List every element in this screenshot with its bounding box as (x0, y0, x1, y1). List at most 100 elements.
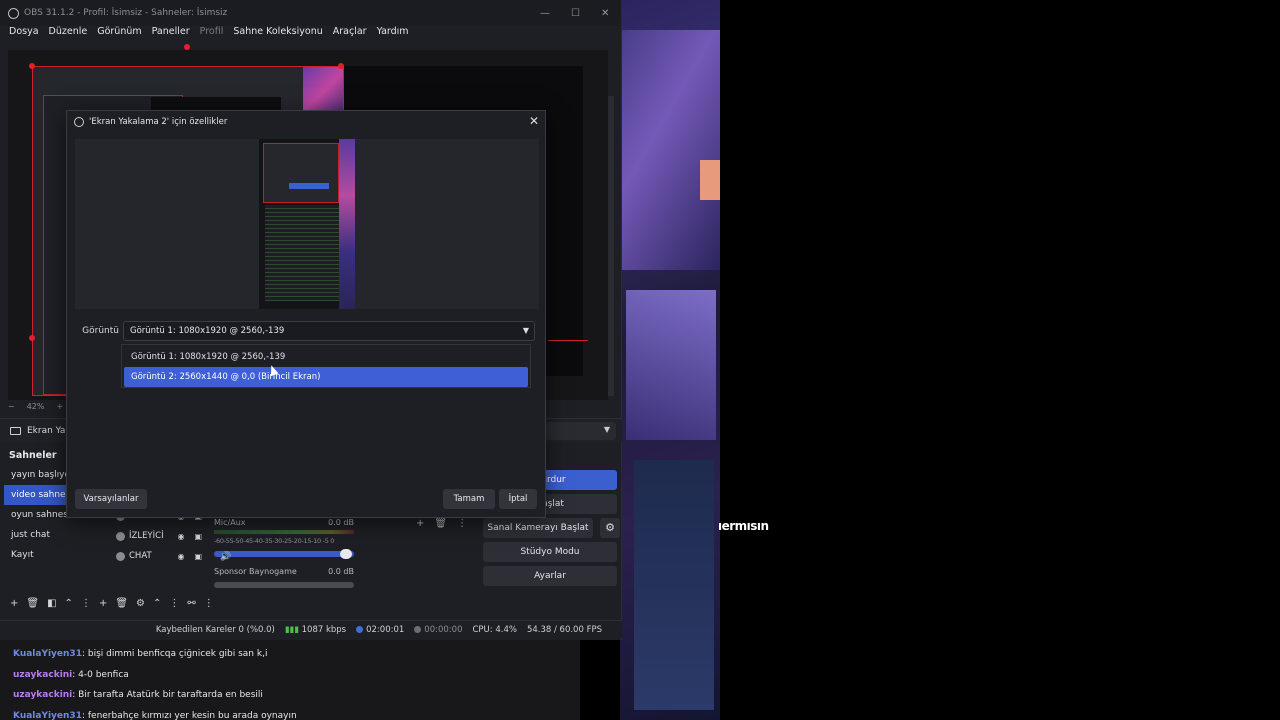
stream-status-icon (356, 625, 364, 633)
speaker-icon[interactable]: 🔊 (220, 552, 231, 562)
more-icon[interactable]: ⋮ (204, 598, 214, 612)
chevron-up-icon[interactable]: ⌃ (65, 598, 73, 612)
display-option[interactable]: Görüntü 2: 2560x1440 @ 0,0 (Birincil Ekr… (124, 367, 528, 387)
chat-username[interactable]: KualaYiyen31 (13, 649, 82, 659)
minimize-icon[interactable]: — (540, 8, 550, 19)
dock-toolbar: + 🗑 ◧ ⌃ ⋮ + 🗑 ⚙ ⌃ ⋮ ⚯ ⋮ (0, 598, 470, 612)
transform-handle[interactable] (338, 63, 344, 69)
defaults-button[interactable]: Varsayılanlar (75, 489, 147, 509)
volume-meter (214, 582, 354, 588)
studio-mode-button[interactable]: Stüdyo Modu (483, 542, 617, 562)
dialog-title-bar: 'Ekran Yakalama 2' için özellikler (67, 111, 545, 133)
chat-message: KualaYiyen31: fenerbahçe kırmızı yer kes… (13, 711, 567, 720)
chat-text: : bişi dimmi benficqa çiğnicek gibi san … (81, 649, 268, 659)
chat-username[interactable]: uzaykackini (13, 690, 72, 700)
chat-message: uzaykackini: 4-0 benfica (13, 670, 567, 691)
gear-icon[interactable]: ⚙ (600, 518, 620, 538)
close-icon[interactable]: ✕ (601, 8, 609, 19)
source-item[interactable]: İZLEYİCİ ◉ ▣ (110, 526, 206, 546)
trash-icon[interactable]: 🗑 (26, 598, 39, 612)
add-icon[interactable]: + (99, 598, 107, 612)
chat-message: KualaYiyen31: bişi dimmi benficqa çiğnic… (13, 649, 567, 670)
chat-text: : 4-0 benfica (72, 669, 129, 680)
transition-buttons: + 🗑 ⋮ (416, 518, 467, 529)
chat-message: uzaykackini: Bir tarafta Atatürk bir tar… (13, 690, 567, 711)
more-icon[interactable]: ⋮ (457, 518, 467, 529)
lock-icon[interactable]: ▣ (194, 552, 202, 561)
chevron-down-icon: ▼ (603, 425, 610, 434)
mixer-channel-name: Sponsor Baynogame (214, 567, 297, 576)
menu-dosya[interactable]: Dosya (9, 26, 39, 40)
lock-icon[interactable]: ▣ (194, 532, 202, 541)
cancel-button[interactable]: İptal (499, 489, 537, 509)
stream-background-art (620, 0, 720, 720)
chat-username[interactable]: KualaYiyen31 (13, 711, 82, 720)
scene-item[interactable]: just chat (4, 525, 104, 545)
more-icon[interactable]: ⋮ (169, 598, 179, 612)
mixer-channel-name: Mic/Aux (214, 518, 246, 527)
signal-icon: ▮▮▮ (284, 624, 299, 635)
title-bar: OBS 31.1.2 - Profil: İsimsiz - Sahneler:… (0, 0, 621, 26)
add-icon[interactable]: + (416, 518, 424, 529)
more-icon[interactable]: ⋮ (81, 598, 91, 612)
bitrate: 1087 kbps (301, 624, 347, 635)
zoom-out-icon[interactable]: − (8, 402, 15, 411)
preview-scrollbar[interactable] (608, 96, 614, 396)
display-option[interactable]: Görüntü 1: 1080x1920 @ 2560,-139 (124, 347, 528, 367)
menu-sahne-koleksiyonu[interactable]: Sahne Koleksiyonu (233, 26, 322, 40)
volume-meter (214, 530, 354, 534)
audio-mixer: Mic/Aux 0.0 dB -60-55-50-45-40-35-30-25-… (214, 518, 354, 598)
menu-araclar[interactable]: Araçlar (333, 26, 367, 40)
menu-duzenle[interactable]: Düzenle (49, 26, 88, 40)
trash-icon[interactable]: 🗑 (434, 518, 447, 529)
capture-thumbnail (259, 139, 355, 309)
meter-ticks: -60-55-50-45-40-35-30-25-20-15-10 -5 0 (214, 537, 335, 545)
volume-slider[interactable] (214, 549, 354, 559)
menu-bar: Dosya Düzenle Görünüm Paneller Profil Sa… (0, 26, 621, 40)
display-field: Görüntü Görüntü 1: 1080x1920 @ 2560,-139… (79, 321, 535, 341)
dropped-frames: Kaybedilen Kareler 0 (%0.0) (155, 624, 275, 635)
record-time: 00:00:00 (424, 624, 463, 635)
mixer-channel-header: Mic/Aux 0.0 dB (214, 518, 354, 527)
obs-logo-icon (74, 117, 84, 127)
source-label: CHAT (129, 551, 152, 561)
close-icon[interactable]: ✕ (529, 114, 539, 128)
window-title: OBS 31.1.2 - Profil: İsimsiz - Sahneler:… (24, 8, 228, 18)
display-dropdown[interactable]: ▼ (546, 422, 616, 440)
browser-source-icon (116, 551, 125, 561)
source-item[interactable]: CHAT ◉ ▣ (110, 546, 206, 566)
menu-profil[interactable]: Profil (200, 26, 224, 40)
gear-icon[interactable]: ⚙ (136, 598, 145, 612)
chat-text: : fenerbahçe kırmızı yer kesin bu arada … (81, 710, 297, 720)
transform-handle[interactable] (29, 63, 35, 69)
filter-icon[interactable]: ◧ (47, 598, 56, 612)
chat-panel: KualaYiyen31: bişi dimmi benficqa çiğnic… (0, 640, 580, 720)
link-icon[interactable]: ⚯ (187, 598, 195, 612)
transform-handle[interactable] (29, 335, 35, 341)
display-select[interactable]: Görüntü 1: 1080x1920 @ 2560,-139 ▼ (123, 321, 535, 341)
virtual-cam-button[interactable]: Sanal Kamerayı Başlat (483, 518, 593, 538)
overlay-text: ıermısın (718, 519, 769, 533)
settings-button[interactable]: Ayarlar (483, 566, 617, 586)
slider-knob[interactable] (340, 549, 352, 559)
chat-username[interactable]: uzaykackini (13, 670, 72, 680)
monitor-icon (10, 426, 21, 435)
zoom-in-icon[interactable]: + (56, 402, 63, 411)
ok-button[interactable]: Tamam (443, 489, 495, 509)
chevron-up-icon[interactable]: ⌃ (153, 598, 161, 612)
eye-icon[interactable]: ◉ (177, 552, 184, 561)
eye-icon[interactable]: ◉ (177, 532, 184, 541)
trash-icon[interactable]: 🗑 (115, 598, 128, 612)
maximize-icon[interactable]: ☐ (571, 8, 580, 19)
add-icon[interactable]: + (10, 598, 18, 612)
source-label: İZLEYİCİ (129, 531, 164, 541)
status-bar: Kaybedilen Kareler 0 (%0.0) ▮▮▮ 1087 kbp… (0, 620, 622, 638)
menu-gorunum[interactable]: Görünüm (97, 26, 141, 40)
scene-item[interactable]: Kayıt (4, 545, 104, 565)
menu-yardim[interactable]: Yardım (377, 26, 409, 40)
properties-dialog: 'Ekran Yakalama 2' için özellikler ✕ Gör… (66, 110, 546, 518)
transform-handle[interactable] (184, 44, 190, 50)
chat-text: : Bir tarafta Atatürk bir taraftarda en … (72, 690, 263, 700)
menu-paneller[interactable]: Paneller (152, 26, 190, 40)
zoom-level: 42% (26, 402, 45, 411)
